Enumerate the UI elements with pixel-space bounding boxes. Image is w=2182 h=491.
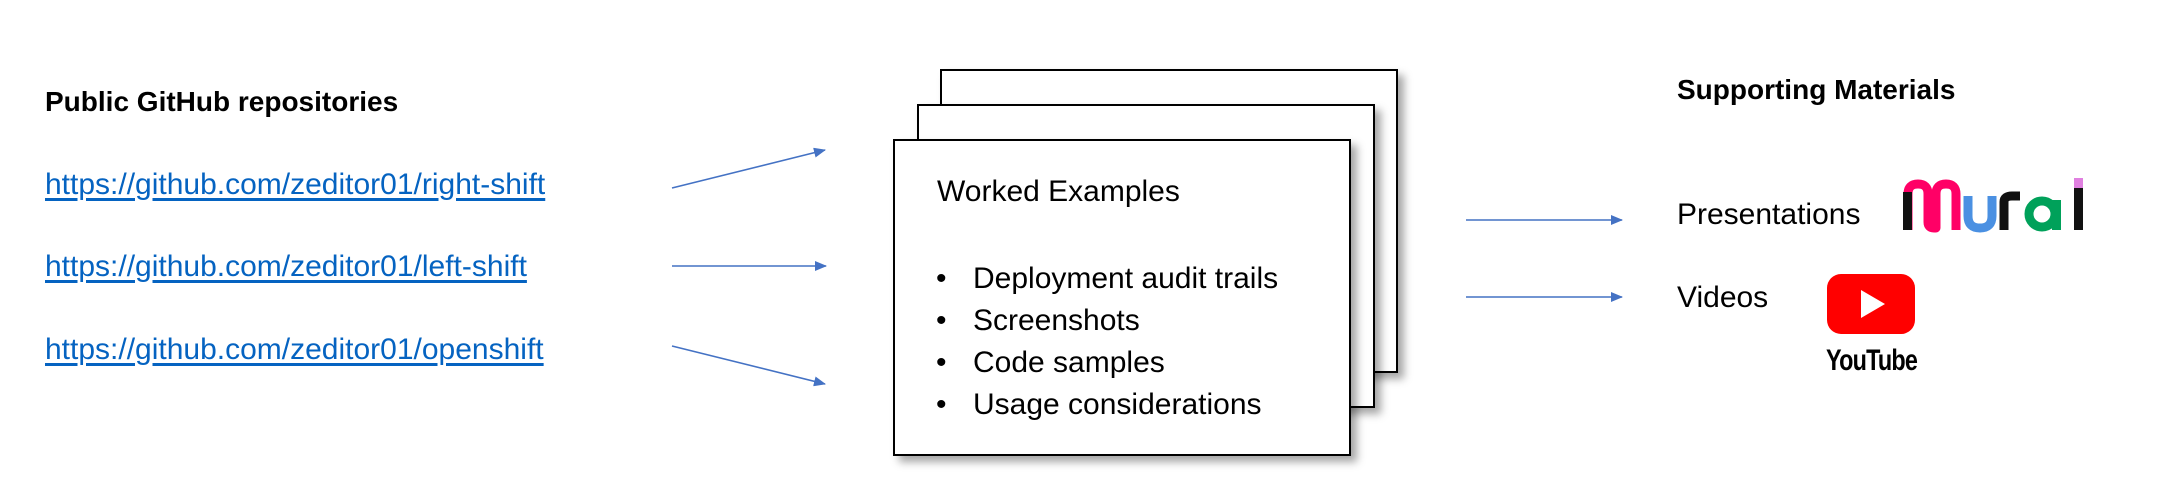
worked-examples-title: Worked Examples [937,175,1180,208]
play-icon [1861,290,1885,318]
worked-examples-list: • Deployment audit trails • Screenshots • C… [933,258,1278,426]
mural-logo [1903,178,2083,233]
arrow-right-shift [671,147,826,189]
bullet-item: • Deployment audit trails [936,262,1279,295]
videos-label: Videos [1677,281,1769,314]
bullet-item: • Screenshots [936,304,1140,337]
youtube-wordmark: YouTube [1826,344,1918,377]
bullet-item: • Usage considerations [936,388,1262,421]
presentations-label: Presentations [1677,198,1861,231]
youtube-logo [1827,274,1915,334]
supporting-materials-heading: Supporting Materials [1677,74,1956,105]
bullet-item: • Code samples [936,346,1165,379]
arrow-openshift [671,345,826,387]
worked-examples-card: Worked Examples • Deployment audit trails… [893,139,1351,456]
